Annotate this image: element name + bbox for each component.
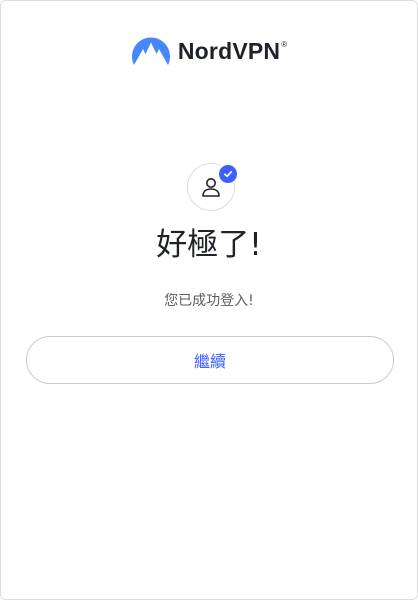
registered-mark: ®	[281, 40, 288, 49]
checkmark-icon	[224, 171, 233, 178]
brand-header: NordVPN ®	[1, 33, 417, 69]
verified-badge	[217, 163, 239, 185]
success-message: 您已成功登入!	[164, 293, 254, 309]
nordvpn-logo-icon	[131, 37, 170, 65]
continue-button[interactable]: 繼續	[26, 336, 394, 384]
user-status-avatar	[187, 163, 239, 211]
brand-name: NordVPN	[177, 37, 281, 64]
success-headline: 好極了!	[156, 227, 262, 263]
login-success-panel: NordVPN ® 好極了! 您已成功登入! 繼續	[0, 0, 418, 600]
